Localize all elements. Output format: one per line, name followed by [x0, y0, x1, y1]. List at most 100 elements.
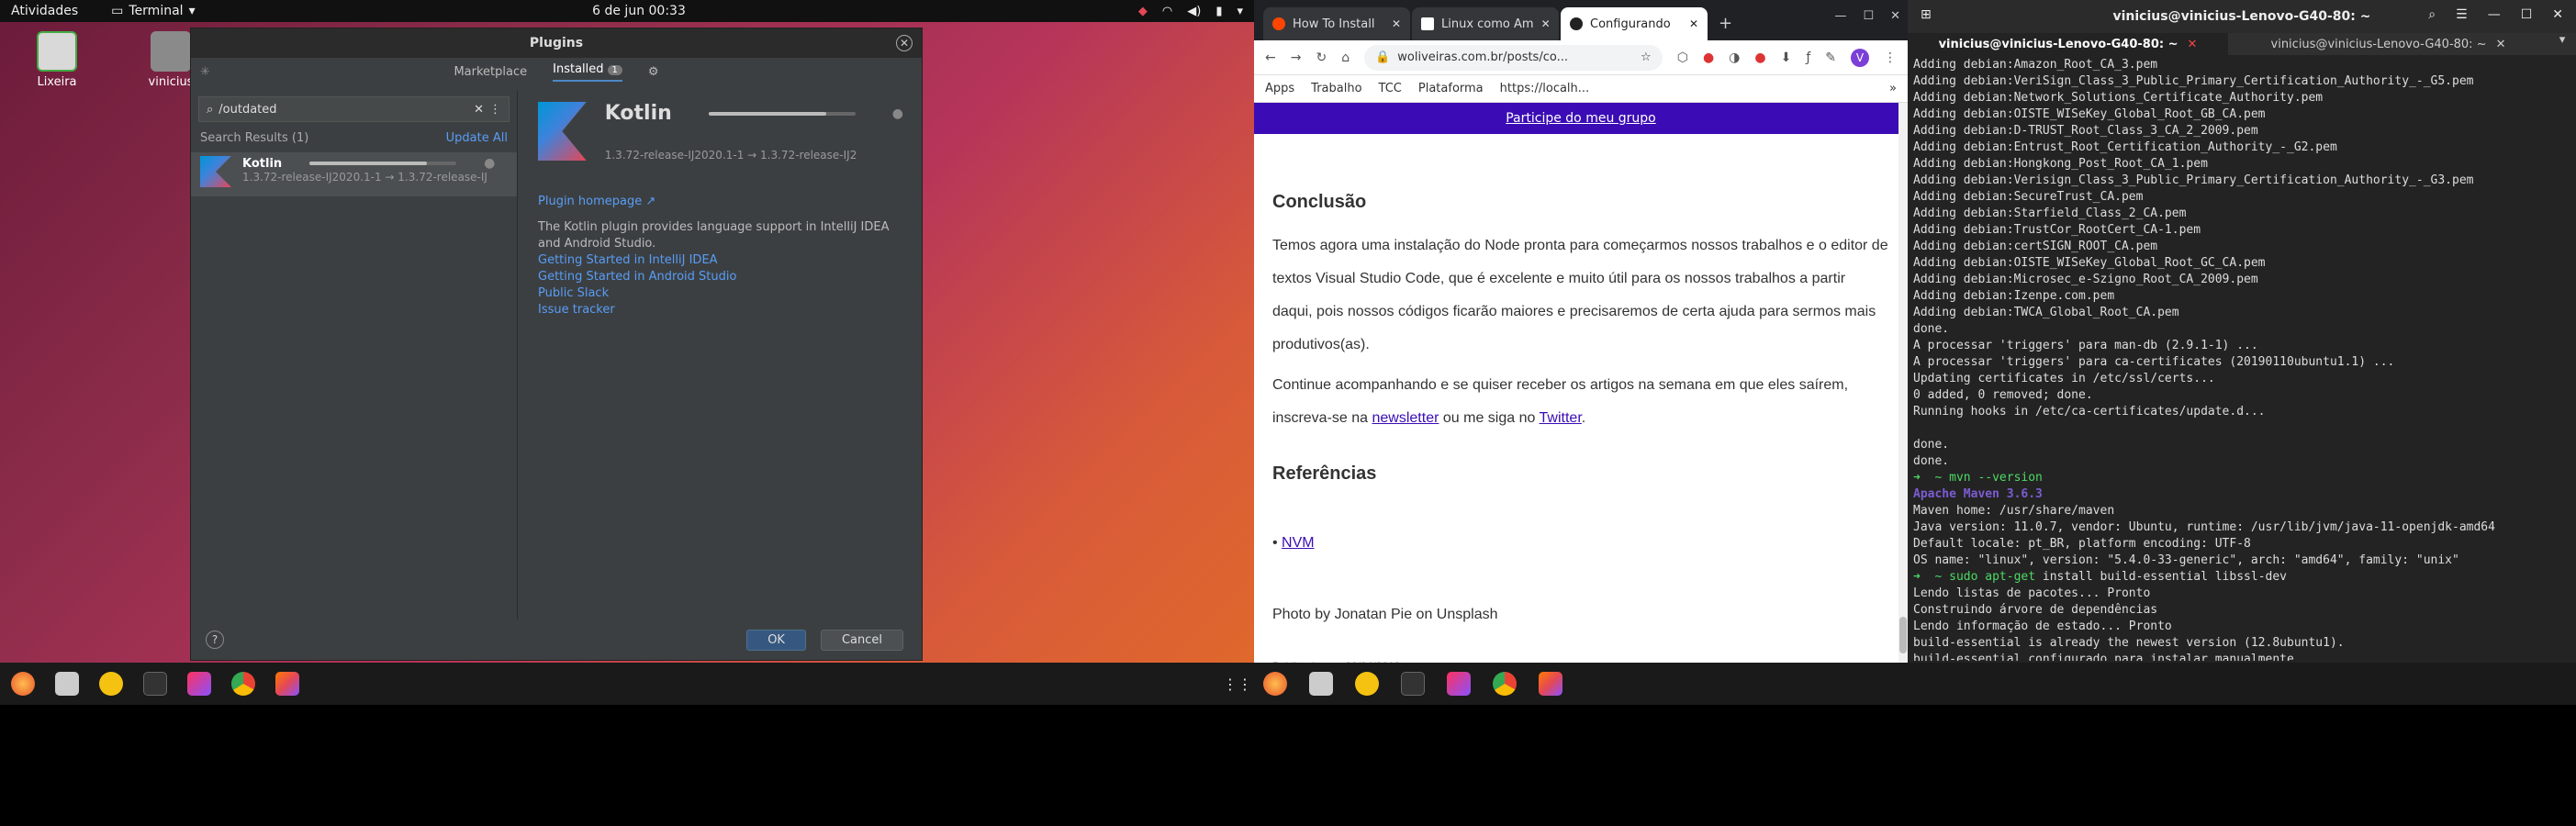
close-tab-icon[interactable]: ✕ [1689, 17, 1698, 30]
close-tab-icon[interactable]: ✕ [1392, 17, 1401, 30]
close-icon[interactable]: ✕ [1890, 9, 1900, 23]
chrome-tab-2[interactable]: Linux como Am ✕ [1412, 7, 1559, 40]
home-icon[interactable]: ⌂ [1341, 50, 1350, 65]
update-all-link[interactable]: Update All [446, 131, 508, 145]
favicon-icon [1272, 17, 1285, 30]
bookmark-tcc[interactable]: TCC [1379, 82, 1402, 95]
kotlin-app-icon[interactable] [275, 672, 299, 696]
star-icon[interactable]: ☆ [1641, 50, 1652, 64]
files-icon[interactable] [1309, 672, 1333, 696]
intellij-icon[interactable] [1447, 672, 1471, 696]
profile-avatar[interactable]: V [1851, 48, 1869, 67]
scrollbar-thumb[interactable] [1899, 617, 1907, 653]
plugin-list-item[interactable]: Kotlin ● 1.3.72-release-IJ2020.1-1 → 1.3… [191, 152, 517, 196]
link-issue-tracker[interactable]: Issue tracker [538, 302, 903, 318]
reload-icon[interactable]: ↻ [1316, 50, 1327, 65]
minimize-icon[interactable]: — [2488, 7, 2501, 22]
clock[interactable]: 6 de jun 00:33 [584, 4, 694, 18]
group-banner-link[interactable]: Participe do meu grupo [1254, 103, 1908, 134]
minimize-icon[interactable]: — [1834, 9, 1846, 23]
maximize-icon[interactable]: ☐ [2521, 7, 2533, 22]
maximize-icon[interactable]: ☐ [1863, 9, 1874, 23]
terminal-tab-2[interactable]: vinicius@vinicius-Lenovo-G40-80: ~ ✕ [2228, 33, 2548, 55]
new-tab-icon[interactable]: ⊞ [1921, 7, 1932, 22]
ok-button[interactable]: OK [746, 629, 806, 651]
tab-marketplace[interactable]: Marketplace [454, 65, 527, 79]
maven-version: Apache Maven 3.6.3 [1913, 487, 2043, 501]
help-button[interactable]: ? [206, 631, 224, 649]
link-intellij[interactable]: Getting Started in IntelliJ IDEA [538, 252, 903, 269]
stop-icon[interactable]: ● [484, 156, 495, 171]
terminal-text: done. [1913, 438, 1950, 452]
menu-icon[interactable]: ☰ [2456, 7, 2468, 22]
extension-icon[interactable]: ● [1703, 50, 1714, 65]
clear-icon[interactable]: ✕ [474, 103, 484, 117]
desc-text: The Kotlin plugin provides language supp… [538, 220, 890, 251]
new-tab-icon[interactable]: + [1719, 14, 1732, 33]
chrome-tab-3[interactable]: Configurando ✕ [1561, 7, 1708, 40]
forward-icon[interactable]: → [1291, 50, 1302, 65]
address-bar[interactable]: 🔒 woliveiras.com.br/posts/co... ☆ [1364, 44, 1663, 71]
close-tab-icon[interactable]: ✕ [1541, 17, 1551, 30]
chrome-icon[interactable] [1493, 672, 1517, 696]
more-bookmarks-icon[interactable]: » [1889, 82, 1897, 95]
twitter-link[interactable]: Twitter [1540, 410, 1582, 426]
bookmark-plataforma[interactable]: Plataforma [1418, 82, 1484, 95]
close-icon[interactable]: ✕ [896, 35, 913, 51]
search-icon[interactable]: ⌕ [2428, 7, 2436, 22]
tab-installed[interactable]: Installed 1 [553, 62, 622, 82]
dialog-titlebar[interactable]: Plugins ✕ [191, 28, 922, 58]
bookmark-apps[interactable]: Apps [1265, 82, 1294, 95]
firefox-icon[interactable] [1263, 672, 1287, 696]
extension-icon[interactable]: ⬇ [1781, 50, 1792, 65]
chevron-down-icon[interactable]: ▾ [2548, 33, 2576, 55]
stop-icon[interactable]: ● [892, 106, 903, 121]
chrome-tab-1[interactable]: How To Install ✕ [1263, 7, 1410, 40]
rhythmbox-icon[interactable] [1355, 672, 1379, 696]
gear-icon[interactable]: ⚙ [648, 65, 659, 79]
link-android[interactable]: Getting Started in Android Studio [538, 269, 903, 285]
close-tab-icon[interactable]: ✕ [2496, 38, 2506, 51]
files-icon[interactable] [55, 672, 79, 696]
firefox-icon[interactable] [11, 672, 35, 696]
menu-icon[interactable]: ⋮ [1884, 50, 1897, 65]
cancel-button[interactable]: Cancel [820, 629, 903, 651]
rhythmbox-icon[interactable] [99, 672, 123, 696]
bookmark-trabalho[interactable]: Trabalho [1311, 82, 1361, 95]
app-grid-icon[interactable]: ⋮⋮⋮ [1223, 675, 1254, 693]
extension-icon[interactable]: ƒ [1806, 50, 1810, 65]
back-icon[interactable]: ← [1265, 50, 1276, 65]
terminal-line: Adding debian:TrustCor_RootCert_CA-1.pem [1913, 222, 2570, 239]
terminal-text: build-essential configurado para instala… [1913, 653, 2302, 661]
chrome-icon[interactable] [231, 672, 255, 696]
bookmark-localhost[interactable]: https://localh... [1500, 82, 1590, 95]
system-tray[interactable]: ◆ ◠ ◀) ▮ ▾ [1138, 5, 1243, 18]
terminal-tab-1[interactable]: vinicius@vinicius-Lenovo-G40-80: ~ ✕ [1908, 33, 2228, 55]
activities-button[interactable]: Atividades [11, 4, 78, 18]
terminal-titlebar[interactable]: ⊞ vinicius@vinicius-Lenovo-G40-80: ~ ⌕ ☰… [1908, 0, 2576, 33]
scrollbar[interactable] [1898, 103, 1908, 663]
extension-icon[interactable]: ⬡ [1677, 50, 1688, 65]
kotlin-app-icon[interactable] [1539, 672, 1562, 696]
desktop-trash[interactable]: Lixeira [20, 31, 94, 89]
extension-icon[interactable]: ◑ [1729, 50, 1740, 65]
terminal-icon[interactable] [143, 672, 167, 696]
extension-icon[interactable]: ● [1754, 50, 1765, 65]
search-input[interactable]: /outdated [218, 103, 468, 117]
plugin-search[interactable]: ⌕ /outdated ✕ ⋮ [198, 96, 510, 122]
terminal-line: Adding debian:certSIGN_ROOT_CA.pem [1913, 239, 2570, 255]
app-menu[interactable]: ▭ Terminal ▾ [111, 4, 195, 18]
link-slack[interactable]: Public Slack [538, 285, 903, 302]
plugin-homepage-link[interactable]: Plugin homepage ↗ [538, 195, 903, 208]
close-icon[interactable]: ✕ [2552, 7, 2563, 22]
close-tab-icon[interactable]: ✕ [2188, 38, 2198, 51]
terminal-icon[interactable] [1401, 672, 1425, 696]
terminal-output[interactable]: Adding debian:Amazon_Root_CA_3.pem Adding… [1908, 55, 2576, 661]
terminal-text: OS name: "linux", version: "5.4.0-33-gen… [1913, 553, 2459, 567]
nvm-link[interactable]: NVM [1282, 535, 1315, 551]
extension-icon[interactable]: ✎ [1825, 50, 1836, 65]
intellij-icon[interactable] [187, 672, 211, 696]
newsletter-link[interactable]: newsletter [1372, 410, 1439, 426]
more-icon[interactable]: ⋮ [489, 103, 501, 117]
